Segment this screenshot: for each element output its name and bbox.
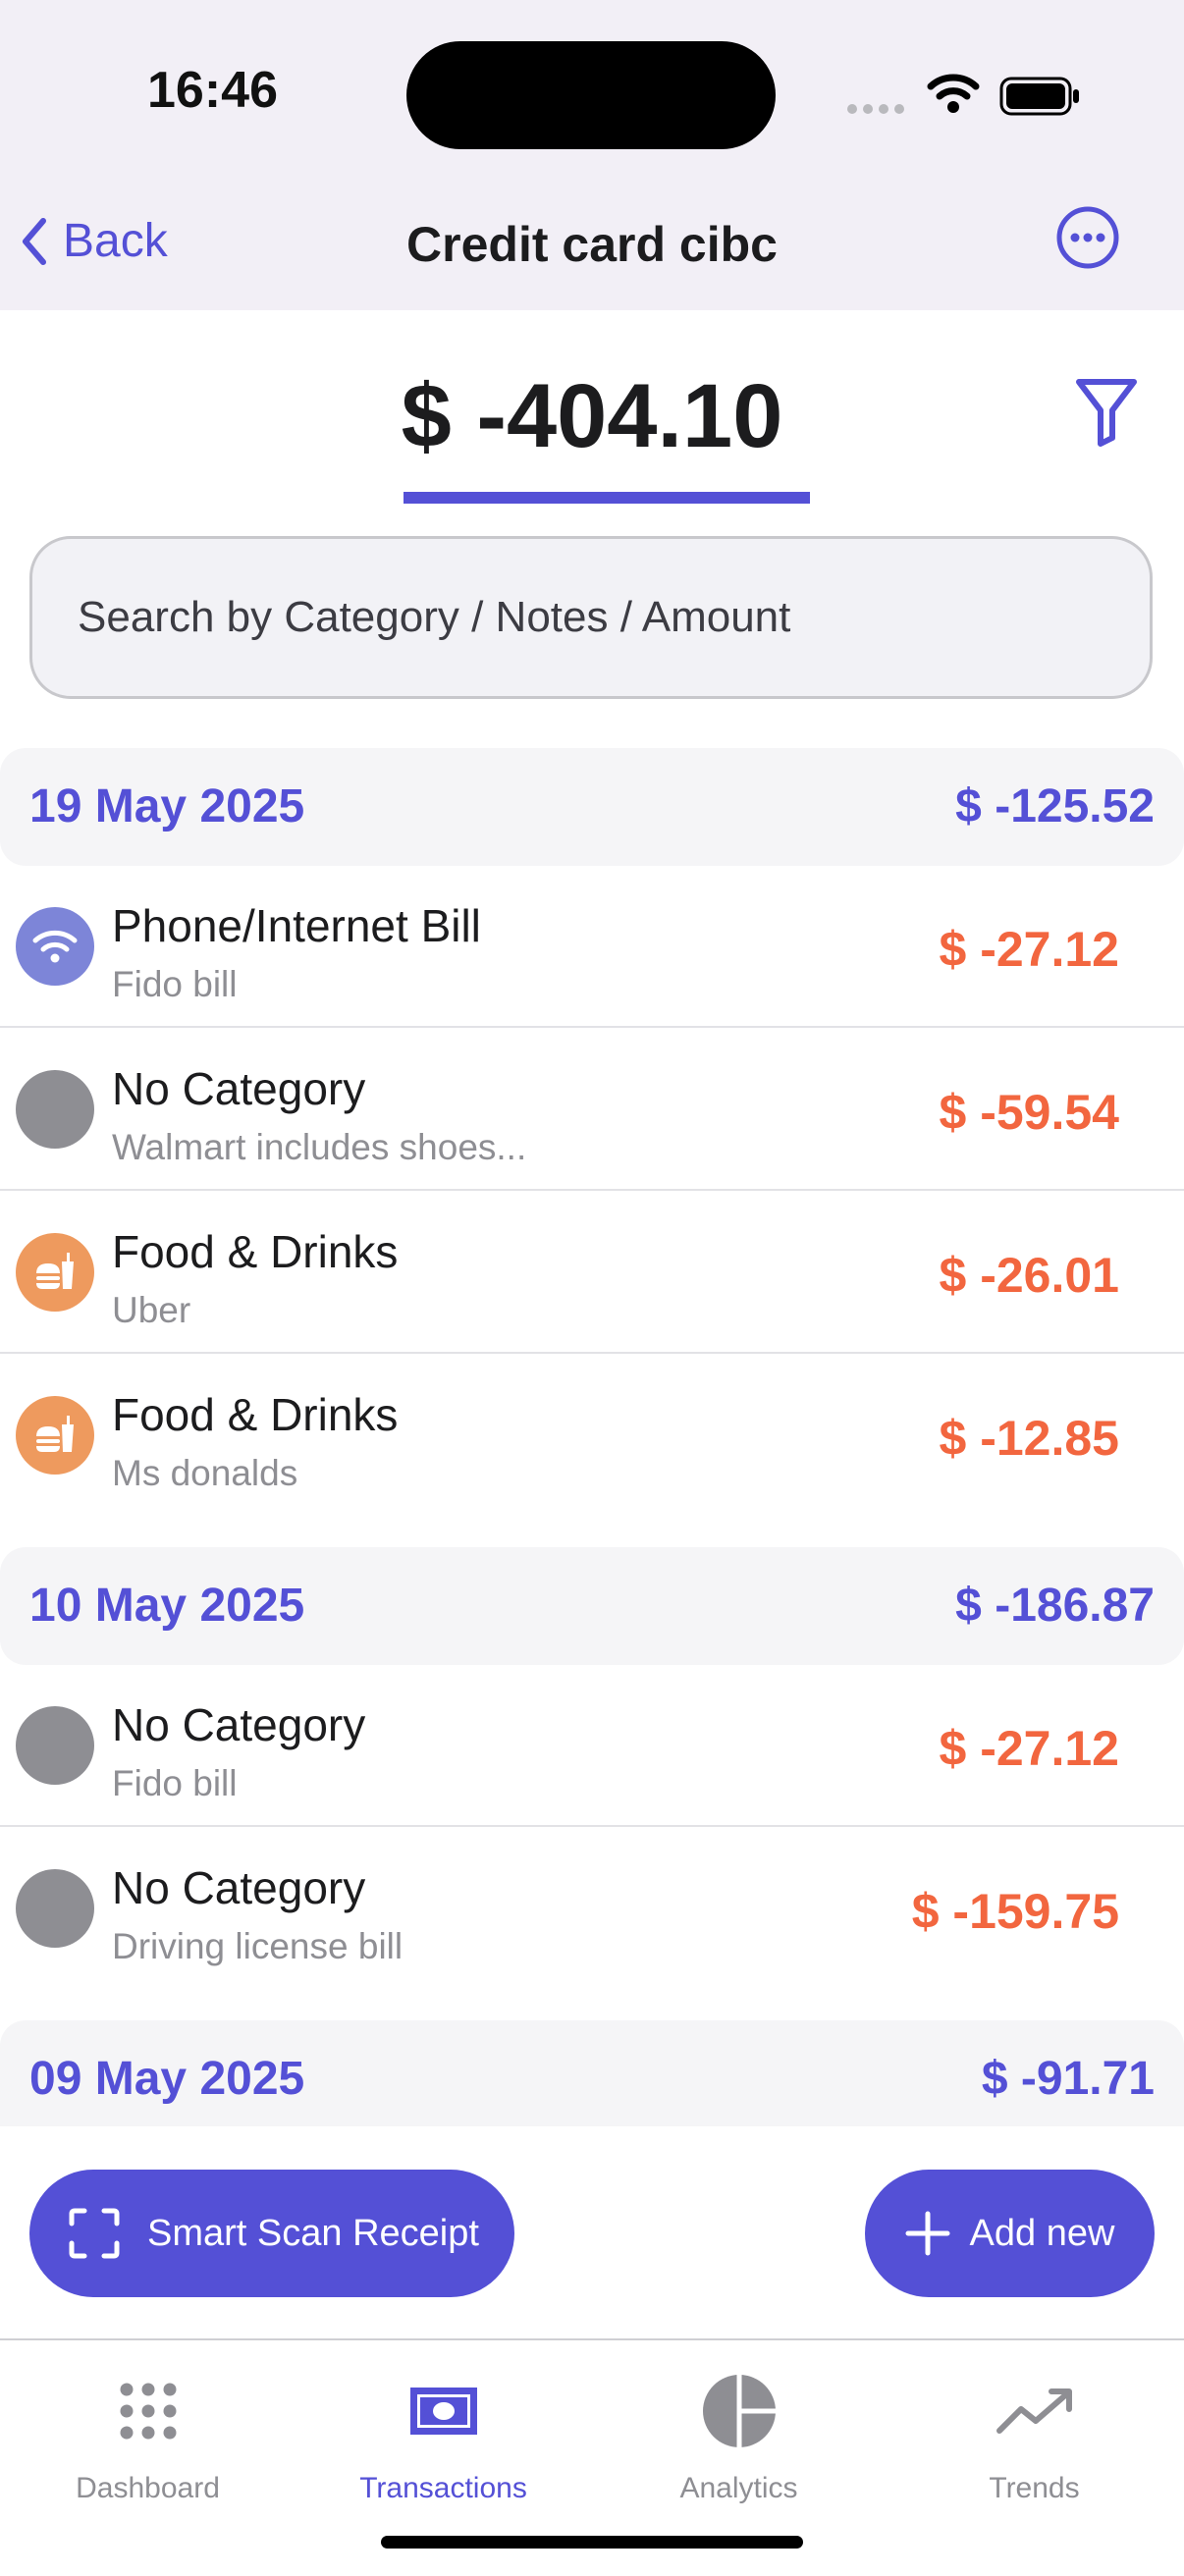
transaction-row[interactable]: Food & Drinks Uber $ -26.01 bbox=[0, 1192, 1184, 1354]
battery-icon bbox=[999, 77, 1082, 121]
group-date: 19 May 2025 bbox=[29, 780, 305, 832]
plus-icon bbox=[905, 2211, 950, 2256]
ellipsis-circle-icon bbox=[1056, 206, 1119, 269]
dashboard-grid-icon bbox=[0, 2362, 296, 2460]
group-date: 10 May 2025 bbox=[29, 1580, 305, 1632]
tab-label: Dashboard bbox=[76, 2472, 220, 2504]
add-new-button[interactable]: Add new bbox=[865, 2170, 1155, 2297]
wifi-icon bbox=[16, 907, 94, 986]
scan-label: Smart Scan Receipt bbox=[147, 2212, 479, 2254]
transaction-category: No Category bbox=[112, 1699, 366, 1750]
transaction-amount: $ -26.01 bbox=[939, 1248, 1119, 1303]
add-label: Add new bbox=[969, 2212, 1115, 2254]
scan-frame-icon bbox=[69, 2208, 120, 2259]
food-drinks-icon bbox=[16, 1233, 94, 1312]
transaction-row[interactable]: No Category Fido bill $ -27.12 bbox=[0, 1665, 1184, 1827]
more-options-button[interactable] bbox=[1054, 204, 1121, 276]
no-category-icon bbox=[16, 1070, 94, 1149]
transaction-row[interactable]: No Category Walmart includes shoes... $ … bbox=[0, 1029, 1184, 1191]
home-indicator bbox=[381, 2536, 803, 2549]
tab-analytics[interactable]: Analytics bbox=[591, 2362, 887, 2505]
search-placeholder: Search by Category / Notes / Amount bbox=[78, 593, 791, 641]
status-bar-time: 16:46 bbox=[147, 62, 278, 119]
transaction-row[interactable]: Phone/Internet Bill Fido bill $ -27.12 bbox=[0, 866, 1184, 1028]
transaction-category: Food & Drinks bbox=[112, 1389, 399, 1440]
transaction-category: No Category bbox=[112, 1862, 366, 1913]
tab-label: Transactions bbox=[359, 2472, 527, 2504]
transaction-note: Driving license bill bbox=[112, 1926, 404, 1966]
group-total: $ -186.87 bbox=[955, 1580, 1155, 1632]
transaction-note: Fido bill bbox=[112, 964, 238, 1004]
transaction-note: Walmart includes shoes... bbox=[112, 1127, 527, 1167]
total-underline bbox=[404, 492, 810, 504]
pie-chart-icon bbox=[591, 2362, 887, 2460]
cellular-signal-icon bbox=[846, 102, 907, 121]
tab-label: Trends bbox=[989, 2472, 1080, 2504]
group-total: $ -125.52 bbox=[955, 780, 1155, 832]
account-total: $ -404.10 bbox=[401, 366, 783, 466]
transaction-category: Phone/Internet Bill bbox=[112, 900, 481, 951]
filter-icon bbox=[1076, 379, 1137, 447]
no-category-icon bbox=[16, 1869, 94, 1948]
transaction-note: Fido bill bbox=[112, 1763, 238, 1803]
group-date: 09 May 2025 bbox=[29, 2053, 305, 2105]
tab-transactions[interactable]: Transactions bbox=[296, 2362, 591, 2505]
transaction-category: Food & Drinks bbox=[112, 1226, 399, 1277]
banknote-icon bbox=[296, 2362, 591, 2460]
tab-trends[interactable]: Trends bbox=[887, 2362, 1182, 2505]
transaction-note: Uber bbox=[112, 1290, 191, 1330]
tab-dashboard[interactable]: Dashboard bbox=[0, 2362, 296, 2505]
group-total: $ -91.71 bbox=[981, 2053, 1155, 2105]
smart-scan-receipt-button[interactable]: Smart Scan Receipt bbox=[29, 2170, 514, 2297]
transaction-amount: $ -59.54 bbox=[939, 1085, 1119, 1140]
food-drinks-icon bbox=[16, 1396, 94, 1475]
dynamic-island bbox=[406, 41, 776, 149]
transaction-amount: $ -12.85 bbox=[939, 1411, 1119, 1466]
transaction-amount: $ -159.75 bbox=[911, 1884, 1119, 1939]
trend-up-icon bbox=[887, 2362, 1182, 2460]
page-title: Credit card cibc bbox=[406, 217, 778, 272]
transaction-note: Ms donalds bbox=[112, 1453, 298, 1493]
transaction-row[interactable]: No Category Driving license bill $ -159.… bbox=[0, 1828, 1184, 1990]
wifi-status-icon bbox=[927, 73, 980, 119]
tab-label: Analytics bbox=[679, 2472, 798, 2504]
no-category-icon bbox=[16, 1706, 94, 1785]
transaction-amount: $ -27.12 bbox=[939, 1721, 1119, 1776]
filter-button[interactable] bbox=[1074, 377, 1139, 453]
transaction-row[interactable]: Food & Drinks Ms donalds $ -12.85 bbox=[0, 1355, 1184, 1517]
search-input[interactable]: Search by Category / Notes / Amount bbox=[29, 536, 1153, 699]
transaction-amount: $ -27.12 bbox=[939, 922, 1119, 977]
transaction-category: No Category bbox=[112, 1063, 366, 1114]
